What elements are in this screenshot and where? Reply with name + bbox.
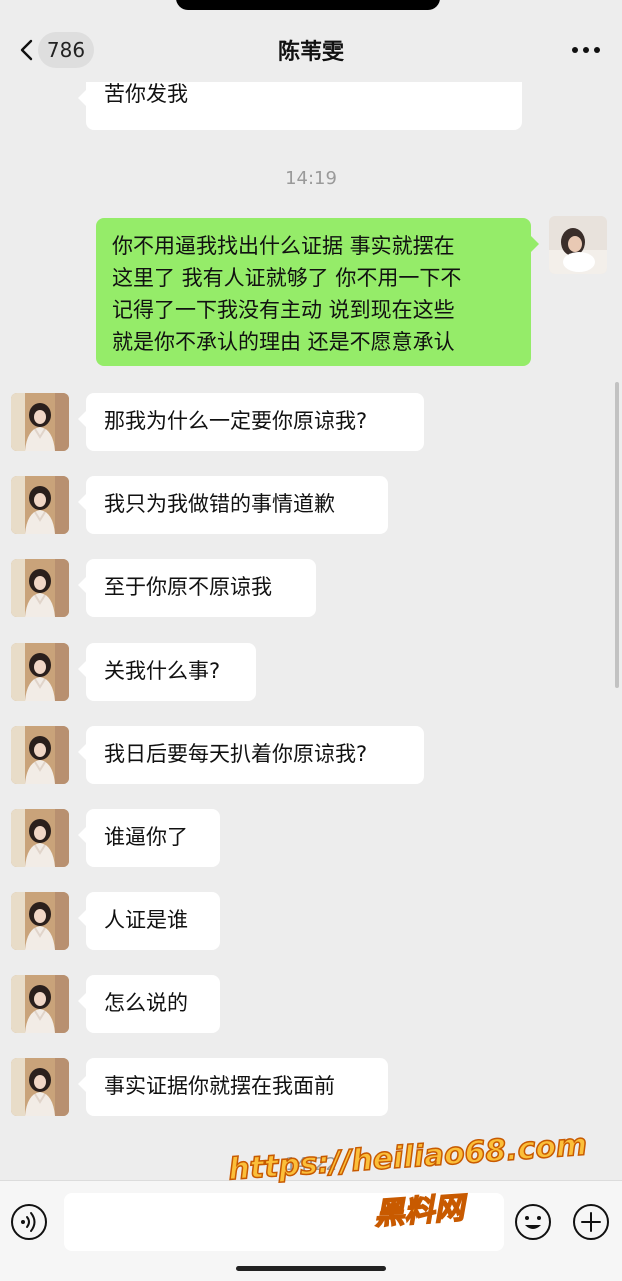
self-avatar[interactable] xyxy=(549,216,607,274)
message-bubble[interactable]: 我只为我做错的事情道歉 xyxy=(78,476,388,534)
phone-notch xyxy=(176,0,440,10)
message-text: 怎么说的 xyxy=(104,991,188,1015)
watermark-site-name: 黑料网 xyxy=(372,1190,466,1233)
contact-avatar[interactable] xyxy=(11,559,69,617)
message-list[interactable]: 苦你发我 14:19 你不用逼我找出什么证据 事实就摆在 这里了 我有人证就够了… xyxy=(0,82,622,1180)
message-bubble[interactable]: 那我为什么一定要你原谅我? xyxy=(78,393,424,451)
voice-icon[interactable] xyxy=(10,1203,48,1241)
message-bubble[interactable]: 怎么说的 xyxy=(78,975,220,1033)
message-text: 谁逼你了 xyxy=(104,825,188,849)
outgoing-message-bubble[interactable]: 你不用逼我找出什么证据 事实就摆在 这里了 我有人证就够了 你不用一下不 记得了… xyxy=(96,218,539,366)
message-bubble[interactable]: 苦你发我 xyxy=(78,82,522,130)
message-text: 人证是谁 xyxy=(104,908,188,932)
message-text: 我只为我做错的事情道歉 xyxy=(104,492,335,516)
message-text: 关我什么事? xyxy=(104,659,221,683)
contact-avatar[interactable] xyxy=(11,643,69,701)
more-dots-icon[interactable] xyxy=(570,38,602,62)
home-indicator xyxy=(236,1266,386,1271)
message-bubble[interactable]: 谁逼你了 xyxy=(78,809,220,867)
message-text: 事实证据你就摆在我面前 xyxy=(104,1074,335,1098)
message-line: 这里了 我有人证就够了 你不用一下不 xyxy=(112,266,462,290)
contact-avatar[interactable] xyxy=(11,809,69,867)
message-text: 至于你原不原谅我 xyxy=(104,575,272,599)
message-line: 就是你不承认的理由 还是不愿意承认 xyxy=(112,330,455,354)
message-bubble[interactable]: 关我什么事? xyxy=(78,643,256,701)
message-text: 我日后要每天扒着你原谅我? xyxy=(104,742,368,766)
message-text: 那我为什么一定要你原谅我? xyxy=(104,409,368,433)
timestamp: 14:19 xyxy=(285,168,337,189)
message-bubble[interactable]: 事实证据你就摆在我面前 xyxy=(78,1058,388,1116)
message-text: 苦你发我 xyxy=(104,82,188,106)
contact-avatar[interactable] xyxy=(11,1058,69,1116)
message-line: 记得了一下我没有主动 说到现在这些 xyxy=(112,298,455,322)
message-bubble[interactable]: 至于你原不原谅我 xyxy=(78,559,316,617)
message-bubble[interactable]: 人证是谁 xyxy=(78,892,220,950)
contact-avatar[interactable] xyxy=(11,393,69,451)
emoji-icon[interactable] xyxy=(514,1203,552,1241)
message-line: 你不用逼我找出什么证据 事实就摆在 xyxy=(112,234,455,258)
message-bubble[interactable]: 我日后要每天扒着你原谅我? xyxy=(78,726,424,784)
contact-avatar[interactable] xyxy=(11,892,69,950)
contact-avatar[interactable] xyxy=(11,726,69,784)
plus-icon[interactable] xyxy=(572,1203,610,1241)
scrollbar[interactable] xyxy=(615,382,619,688)
contact-avatar[interactable] xyxy=(11,476,69,534)
contact-avatar[interactable] xyxy=(11,975,69,1033)
chat-title: 陈苇雯 xyxy=(277,40,344,65)
chat-header: 786 陈苇雯 xyxy=(0,18,622,82)
